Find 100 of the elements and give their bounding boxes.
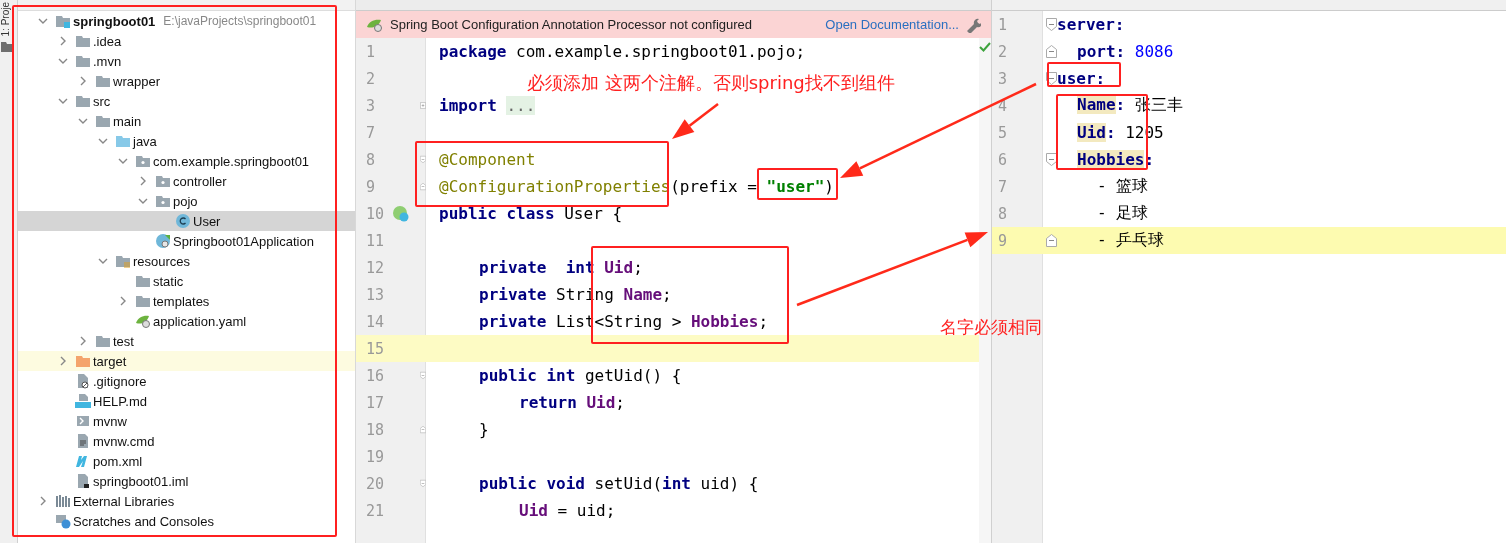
tree-item[interactable]: wrapper [18,71,355,91]
tree-item-label: templates [153,293,210,309]
chevron-icon[interactable] [58,36,68,46]
spring-leaf-icon [366,17,384,32]
chevron-icon[interactable] [58,56,68,66]
line-number: 3 [365,96,377,115]
chevron-icon[interactable] [138,196,148,206]
open-documentation-link[interactable]: Open Documentation... [825,17,959,32]
chevron-icon[interactable] [38,16,48,26]
code-token: private [479,285,547,304]
chevron-icon[interactable] [78,116,88,126]
code-token: Hobbies [690,312,759,331]
code-token: public void [479,474,585,493]
line-number: 13 [365,285,386,304]
folder-icon [75,33,91,49]
tree-item[interactable]: templates [18,291,355,311]
tree-item[interactable]: static [18,271,355,291]
tree-item[interactable]: springboot01 E:\javaProjects\springboot01 [18,11,355,31]
chevron-icon[interactable] [78,336,88,346]
chevron-icon[interactable] [98,136,108,146]
fold-marker-icon[interactable] [1046,72,1057,85]
tree-item[interactable]: External Libraries [18,491,355,511]
chevron-icon[interactable] [38,496,48,506]
code-token: - 篮球 [1097,176,1149,195]
line-number: 17 [365,393,386,412]
tree-item[interactable]: target [18,351,355,371]
tree-item[interactable]: mvnw [18,411,355,431]
fold-marker-icon[interactable] [420,180,426,193]
fold-marker-icon[interactable] [420,423,426,436]
fold-marker-icon[interactable] [420,369,426,382]
fold-marker-icon[interactable] [420,99,426,112]
chevron-icon[interactable] [118,296,128,306]
chevron-icon[interactable] [78,76,88,86]
code-token: int [662,474,691,493]
tree-item[interactable]: .mvn [18,51,355,71]
fold-marker-icon[interactable] [420,477,426,490]
tree-item[interactable]: src [18,91,355,111]
tree-item[interactable]: Springboot01Application [18,231,355,251]
code-token: Uid [1077,123,1106,142]
line-number: 19 [365,447,386,466]
chevron-icon[interactable] [138,176,148,186]
line-number: 2 [365,69,377,88]
tree-item[interactable]: java [18,131,355,151]
line-number: 20 [365,474,386,493]
line-number: 9 [365,177,377,196]
tree-item[interactable]: mvnw.cmd [18,431,355,451]
tool-window-tab[interactable]: 1: Proje [0,0,11,39]
project-path: E:\javaProjects\springboot01 [163,14,317,28]
spring-bean-icon[interactable] [392,204,410,223]
fold-marker-icon[interactable] [1046,234,1057,247]
line-number: 1 [365,42,377,61]
tree-item[interactable]: Scratches and Consoles [18,511,355,531]
code-token: uid) { [699,474,759,493]
code-token: private [479,312,547,331]
package-icon [135,153,151,169]
tree-item-label: static [153,273,184,289]
line-number: 21 [365,501,386,520]
code-token: User { [563,204,623,223]
chevron-icon[interactable] [98,256,108,266]
line-number: 15 [365,339,386,358]
line-number: 7 [365,123,377,142]
tree-item[interactable]: controller [18,171,355,191]
fold-marker-icon[interactable] [1046,153,1057,166]
banner-message: Spring Boot Configuration Annotation Processor not configured [390,17,753,32]
chevron-icon[interactable] [58,356,68,366]
package-icon [155,193,171,209]
tree-item-label: External Libraries [73,493,175,509]
fold-marker-icon[interactable] [1046,18,1057,31]
line-number: 16 [365,366,386,385]
tree-item[interactable]: com.example.springboot01 [18,151,355,171]
chevron-icon[interactable] [58,96,68,106]
code-token: package [439,42,507,61]
tree-item[interactable]: HELP.md [18,391,355,411]
fold-marker-icon[interactable] [1046,45,1057,58]
fold-marker-icon[interactable] [420,153,426,166]
tree-item[interactable]: test [18,331,355,351]
tree-item[interactable]: springboot01.iml [18,471,355,491]
tree-item-label: User [193,213,221,229]
tree-item[interactable]: pojo [18,191,355,211]
code-token: @Component [439,150,536,169]
script-file-icon [75,413,91,429]
line-number: 6 [997,150,1009,169]
code-token: Uid [604,258,634,277]
line-number: 5 [997,123,1009,142]
chevron-icon[interactable] [118,156,128,166]
tree-item-label: .gitignore [93,373,147,389]
tree-item[interactable]: User [18,211,355,231]
spring-class-icon [155,233,171,249]
code-token: @ConfigurationProperties [439,177,671,196]
tree-item-label: wrapper [113,73,160,89]
wrench-icon[interactable] [965,16,981,33]
tree-item[interactable]: .gitignore [18,371,355,391]
line-number: 12 [365,258,386,277]
tree-item[interactable]: pom.xml [18,451,355,471]
tree-item[interactable]: resources [18,251,355,271]
tree-item[interactable]: application.yaml [18,311,355,331]
check-icon [979,42,991,52]
tree-item[interactable]: .idea [18,31,355,51]
tree-item[interactable]: main [18,111,355,131]
source-folder-icon [115,133,131,149]
